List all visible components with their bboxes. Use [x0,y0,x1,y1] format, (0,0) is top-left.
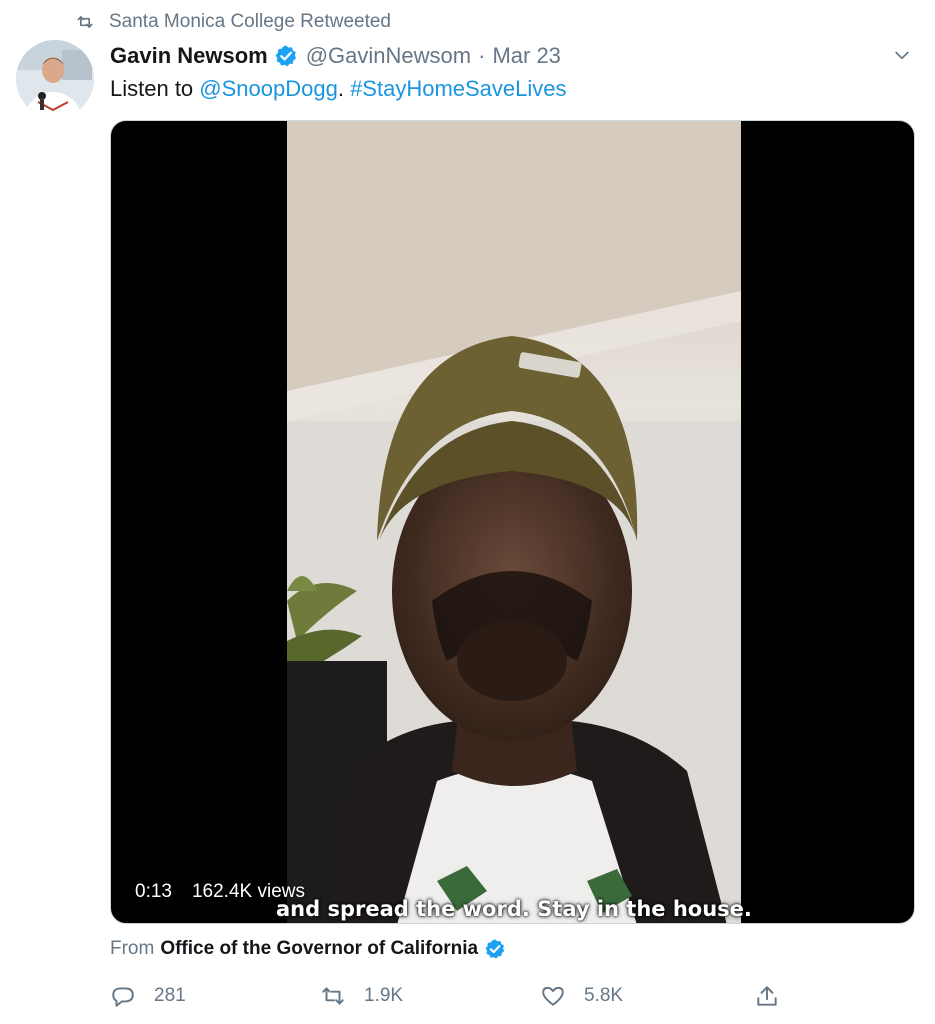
attribution-source-link[interactable]: Office of the Governor of California [160,938,478,960]
heart-icon [540,983,566,1009]
reply-count: 281 [154,985,186,1006]
author-handle[interactable]: @GavinNewsom [306,43,471,69]
attribution-prefix: From [110,938,155,959]
share-button[interactable] [754,980,798,1012]
retweet-count: 1.9K [364,985,404,1006]
video-player[interactable]: 0:13 162.4K views and spread the word. S… [110,120,915,924]
video-subtitle: and spread the word. Stay in the house. [276,897,752,921]
verified-badge-icon [484,938,506,960]
reply-icon [110,983,136,1009]
reply-button[interactable]: 281 [110,980,186,1012]
retweet-context-label: Santa Monica College Retweeted [109,11,392,32]
retweet-icon [320,983,346,1009]
retweet-button[interactable]: 1.9K [320,980,403,1012]
tweet-text-middle: . [337,76,351,101]
verified-badge-icon [274,44,298,68]
avatar[interactable] [16,40,94,118]
tweet-text-prefix: Listen to [110,76,200,101]
like-count: 5.8K [584,985,624,1006]
mention-link[interactable]: @SnoopDogg [199,76,338,101]
share-icon [754,983,780,1009]
video-frame [287,121,741,923]
header-separator: · [478,43,486,68]
more-options-button[interactable] [889,42,915,68]
author-display-name[interactable]: Gavin Newsom [110,43,268,69]
retweet-icon [75,12,95,32]
tweet-date[interactable]: Mar 23 [492,43,560,69]
tweet-actions: 281 1.9K 5.8K [110,980,810,1012]
tweet-text: Listen to @SnoopDogg. #StayHomeSaveLives [110,74,567,104]
video-attribution: From Office of the Governor of Californi… [110,934,506,964]
video-elapsed-time: 0:13 [135,881,172,902]
chevron-down-icon [892,45,912,65]
like-button[interactable]: 5.8K [540,980,623,1012]
tweet-header: Gavin Newsom @GavinNewsom · Mar 23 [110,40,561,72]
retweet-context[interactable]: Santa Monica College Retweeted [75,8,391,36]
hashtag-link[interactable]: #StayHomeSaveLives [350,76,566,101]
